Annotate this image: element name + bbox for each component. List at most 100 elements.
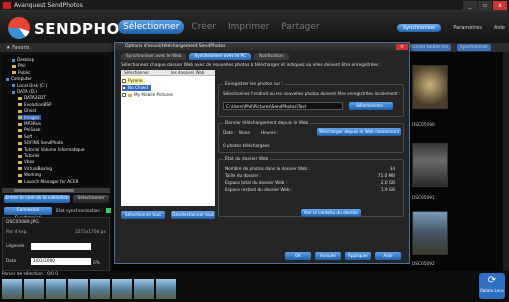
sync-folder-button[interactable]: Connexion Synchronisé bbox=[4, 207, 52, 221]
tree-item-label: Desktop bbox=[17, 57, 35, 62]
tray-thumbnail[interactable] bbox=[112, 279, 132, 299]
folder-row-mobile-pictures[interactable]: My Mobile Pictures bbox=[122, 92, 176, 98]
tree-item[interactable]: DATA (D:) bbox=[12, 89, 37, 94]
browse-button[interactable]: Sélectionner... bbox=[349, 102, 393, 110]
tab-create[interactable]: Créer bbox=[186, 20, 221, 34]
file-name: DSC05089.JPG bbox=[6, 220, 39, 225]
folder-row-chiwd[interactable]: No Chiwd bbox=[122, 85, 151, 91]
save-location-text: Sélectionnez l'endroit où les nouvelles … bbox=[223, 91, 401, 96]
stat-row: Espace total du dossier Web : 2.0 GB bbox=[225, 180, 395, 185]
select-all-button[interactable]: Sélectionner tout bbox=[121, 211, 165, 219]
tab-print[interactable]: Imprimer bbox=[223, 20, 274, 34]
ok-button[interactable]: OK bbox=[285, 252, 311, 260]
tree-item[interactable]: Launch Manager for ACER bbox=[18, 179, 79, 184]
tree-item[interactable]: Vbox bbox=[18, 159, 34, 164]
tab-share[interactable]: Partager bbox=[276, 20, 324, 34]
column-header-select[interactable]: Sélectionner bbox=[121, 70, 168, 75]
folder-tree: Desktop Phil Public Computer Local Disk (C:)… bbox=[2, 55, 110, 187]
date-field[interactable]: 1/01/2000 bbox=[31, 258, 91, 265]
window-titlebar: Avanquest SendPhotos _ ▫ x bbox=[0, 0, 509, 11]
tray-thumbnail[interactable] bbox=[68, 279, 88, 299]
cancel-button[interactable]: Annuler bbox=[315, 252, 341, 260]
folder-icon bbox=[18, 109, 22, 113]
folder-row-pyrene[interactable]: Pyrene bbox=[122, 78, 146, 84]
checkbox[interactable] bbox=[122, 79, 126, 83]
gallery-thumbnail[interactable] bbox=[412, 211, 448, 255]
tree-item-label: Tutoriel bbox=[24, 153, 40, 158]
gallery-thumbnail[interactable] bbox=[412, 65, 448, 109]
tray-thumbnail[interactable] bbox=[46, 279, 66, 299]
tree-item[interactable]: SOFINS SendPhoto bbox=[18, 140, 63, 145]
drive-icon bbox=[12, 58, 15, 62]
tree-item[interactable]: Soft bbox=[18, 134, 32, 139]
tree-item[interactable]: Tutoriel bbox=[18, 153, 39, 158]
deselect-all-button[interactable]: Désélectionner tout bbox=[171, 211, 215, 219]
gallery-sync-button[interactable]: Synchroniser bbox=[457, 44, 491, 51]
stat-row: Nombre de photos dans le dossier Web : 34 bbox=[225, 166, 395, 171]
checkbox[interactable] bbox=[122, 93, 126, 97]
stat-value: 1.9 GB bbox=[380, 187, 395, 192]
tab-select[interactable]: Sélectionner bbox=[118, 20, 185, 34]
favorites-bar[interactable]: ★ Favoris bbox=[0, 43, 112, 52]
status-indicator-icon bbox=[105, 208, 111, 213]
tray-thumbnail[interactable] bbox=[134, 279, 154, 299]
tree-item-label: Public bbox=[18, 69, 31, 75]
scrollbar-thumb[interactable] bbox=[14, 189, 74, 192]
tree-item[interactable]: PhiSaxe bbox=[18, 127, 41, 132]
minimize-button[interactable]: _ bbox=[463, 1, 477, 10]
drive-icon bbox=[12, 90, 15, 94]
folder-row-label: Pyrene bbox=[128, 78, 143, 83]
tree-item[interactable]: Phil bbox=[12, 63, 26, 68]
tree-item[interactable]: DATA2EDT bbox=[18, 95, 46, 100]
sync-button[interactable]: Synchroniser bbox=[396, 24, 442, 32]
tree-item[interactable]: EvolutionBSP bbox=[18, 102, 52, 107]
folder-icon bbox=[18, 122, 22, 126]
tree-item[interactable]: MP3Pais bbox=[18, 121, 41, 126]
tree-item[interactable]: Tutorial Volume Informatique bbox=[18, 147, 85, 152]
view-folder-content-button[interactable]: Voir le contenu du dossier bbox=[301, 209, 361, 217]
collection-name-button[interactable]: Entrer le nom de la collection bbox=[4, 195, 70, 203]
sync-status-label: État synchronisation : bbox=[56, 209, 103, 214]
rotate-lens-button[interactable]: ⟳ Rotate Lens bbox=[479, 273, 505, 299]
select-button[interactable]: Sélectionner bbox=[73, 195, 109, 203]
dialog-footer: OK Annuler Appliquer Aide bbox=[285, 252, 401, 260]
tray-thumbnail[interactable] bbox=[24, 279, 44, 299]
upload-options-dialog: Options d'envoi/téléchargement SendPhoto… bbox=[114, 42, 410, 264]
legend-field[interactable] bbox=[31, 243, 91, 250]
tree-item[interactable]: Images bbox=[18, 114, 42, 120]
stat-value: 34 bbox=[389, 166, 395, 171]
tree-item[interactable]: Working bbox=[18, 172, 41, 177]
tree-item[interactable]: Computer bbox=[6, 76, 32, 81]
legend-label: Légende bbox=[6, 244, 25, 249]
tray-thumbnail[interactable] bbox=[90, 279, 110, 299]
dialog-close-button[interactable]: × bbox=[396, 44, 408, 50]
tree-item-label: SOFINS SendPhoto bbox=[24, 140, 64, 146]
tab-sync-web[interactable]: Synchroniser avec le Web bbox=[121, 53, 187, 60]
tree-item[interactable]: Ghost bbox=[18, 108, 36, 113]
tree-item[interactable]: Desktop bbox=[12, 57, 34, 62]
tab-notification[interactable]: Notification bbox=[254, 53, 289, 60]
close-button[interactable]: x bbox=[493, 1, 507, 10]
gallery-thumbnail[interactable] bbox=[412, 143, 448, 187]
settings-link[interactable]: Paramètres bbox=[453, 25, 482, 31]
apply-button[interactable]: Appliquer bbox=[345, 252, 371, 260]
tree-item-label: Soft bbox=[24, 133, 33, 139]
tray-thumbnail[interactable] bbox=[156, 279, 176, 299]
help-button[interactable]: Aide bbox=[375, 252, 401, 260]
tray-thumbnail[interactable] bbox=[2, 279, 22, 299]
tab-sync-pc[interactable]: Synchroniser avec le PC bbox=[189, 53, 252, 60]
save-path-field[interactable]: C:\Users\Phil\Pictures\SendPhotos\Test bbox=[223, 102, 343, 110]
sync-status: État synchronisation : bbox=[56, 208, 111, 214]
tree-item[interactable]: VirtualBoxIng bbox=[18, 166, 52, 171]
tree-item[interactable]: Local Disk (C:) bbox=[12, 83, 47, 88]
tree-scrollbar[interactable] bbox=[2, 188, 110, 193]
gallery-scrollbar[interactable] bbox=[503, 52, 509, 271]
folder-icon bbox=[18, 173, 22, 177]
rotate-label: Rotate Lens bbox=[480, 288, 504, 293]
checkbox[interactable] bbox=[122, 86, 126, 90]
help-link[interactable]: Aide bbox=[494, 25, 505, 31]
column-header-web-folders[interactable]: les dossiers Web bbox=[168, 70, 215, 75]
maximize-button[interactable]: ▫ bbox=[478, 1, 492, 10]
tree-item[interactable]: Public bbox=[12, 70, 30, 75]
download-now-button[interactable]: Télécharger depuis le Web maintenant bbox=[317, 128, 401, 136]
